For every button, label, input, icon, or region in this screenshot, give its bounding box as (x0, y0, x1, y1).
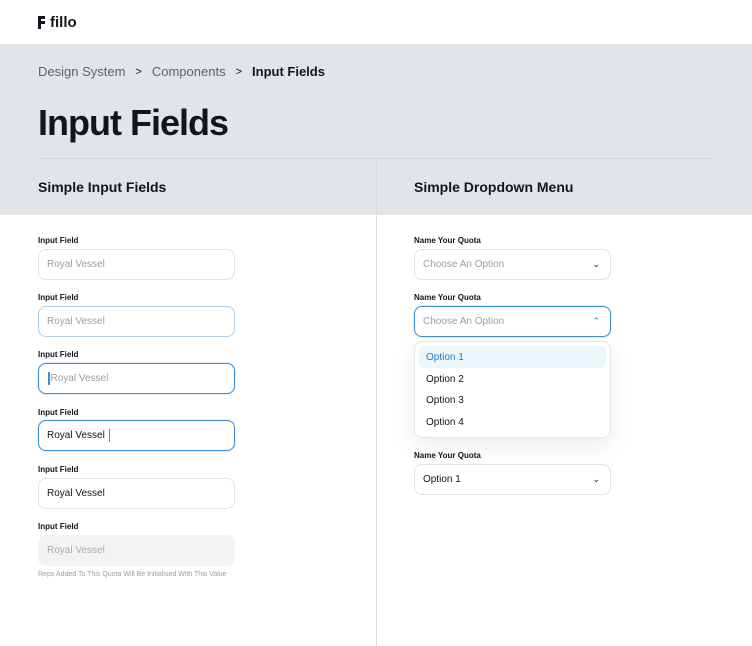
breadcrumb: Design System > Components > Input Field… (38, 64, 325, 79)
top-header: fillo (0, 0, 752, 45)
field-label: Input Field (38, 522, 79, 531)
brand-name: fillo (50, 14, 77, 31)
breadcrumb-current: Input Fields (252, 64, 325, 79)
input-field-typing[interactable]: Royal Vessel (38, 420, 235, 451)
dropdown-option[interactable]: Option 4 (419, 411, 606, 433)
dropdown-label: Name Your Quota (414, 236, 481, 245)
input-value: Royal Vessel (47, 488, 105, 499)
placeholder: Royal Vessel (47, 316, 105, 327)
section-title-inputs: Simple Input Fields (38, 179, 167, 195)
input-field-hover[interactable]: Royal Vessel (38, 306, 235, 337)
dropdown-placeholder: Choose An Option (423, 259, 505, 270)
helper-text: Reps Added To This Quota Will Be Initial… (38, 571, 227, 578)
input-field-filled[interactable]: Royal Vessel (38, 478, 235, 509)
chevron-down-icon: ⌄ (592, 259, 600, 269)
chevron-right-icon: > (135, 65, 142, 78)
breadcrumb-components[interactable]: Components (152, 64, 226, 79)
column-divider (376, 158, 377, 646)
dropdown-placeholder: Choose An Option (423, 316, 505, 327)
section-title-dropdowns: Simple Dropdown Menu (414, 179, 574, 195)
logo[interactable]: fillo (38, 14, 77, 31)
field-label: Input Field (38, 350, 79, 359)
text-cursor (48, 372, 50, 385)
field-label: Input Field (38, 465, 79, 474)
field-label: Input Field (38, 408, 79, 417)
breadcrumb-design-system[interactable]: Design System (38, 64, 125, 79)
dropdown-option[interactable]: Option 3 (419, 389, 606, 411)
field-label: Input Field (38, 293, 79, 302)
field-label: Input Field (38, 236, 79, 245)
dropdown-value: Option 1 (423, 474, 461, 485)
placeholder: Royal Vessel (50, 373, 109, 384)
dropdown-default[interactable]: Choose An Option ⌄ (414, 249, 611, 280)
dropdown-menu: Option 1 Option 2 Option 3 Option 4 (414, 341, 611, 438)
dropdown-label: Name Your Quota (414, 451, 481, 460)
text-cursor (108, 429, 111, 442)
placeholder: Royal Vessel (47, 259, 105, 270)
dropdown-label: Name Your Quota (414, 293, 481, 302)
input-field-disabled: Royal Vessel (38, 535, 235, 566)
dropdown-open[interactable]: Choose An Option ⌃ (414, 306, 611, 337)
input-value: Royal Vessel (47, 430, 105, 441)
chevron-up-icon: ⌃ (592, 316, 600, 326)
input-field-focus[interactable]: Royal Vessel (38, 363, 235, 394)
chevron-right-icon: > (235, 65, 243, 78)
page-title: Input Fields (38, 102, 229, 143)
logo-icon (38, 16, 45, 29)
placeholder: Royal Vessel (47, 545, 105, 556)
dropdown-selected[interactable]: Option 1 ⌄ (414, 464, 611, 495)
dropdown-option[interactable]: Option 2 (419, 368, 606, 390)
input-field-default[interactable]: Royal Vessel (38, 249, 235, 280)
chevron-down-icon: ⌄ (592, 474, 600, 484)
dropdown-option[interactable]: Option 1 (419, 346, 606, 368)
